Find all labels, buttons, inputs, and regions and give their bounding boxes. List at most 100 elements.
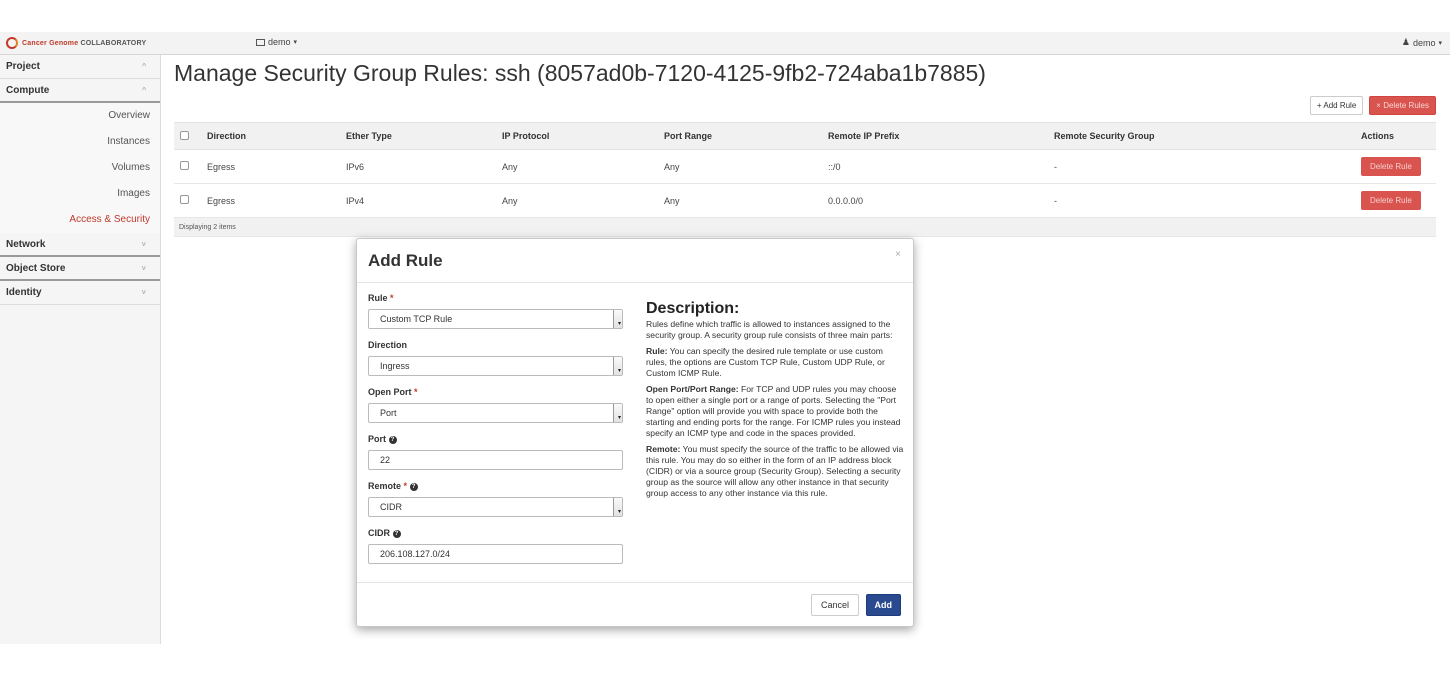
- add-rule-button[interactable]: + Add Rule: [1309, 96, 1364, 115]
- column-header[interactable]: Port Range: [658, 122, 822, 150]
- select-arrow-icon: ▾: [617, 321, 621, 327]
- row-checkbox[interactable]: [180, 161, 189, 170]
- rule-select[interactable]: Custom TCP Rule ▾: [368, 309, 623, 329]
- brand-logo[interactable]: Cancer Genome COLLABORATORY: [6, 36, 146, 50]
- port-label: Port ?: [368, 434, 623, 446]
- cancel-button[interactable]: Cancel: [810, 594, 859, 616]
- remote-label: Remote * ?: [368, 481, 623, 493]
- modal-header: Add Rule ×: [357, 239, 913, 283]
- rule-label: Rule *: [368, 293, 394, 303]
- project-switcher[interactable]: demo ▾: [256, 37, 297, 47]
- sidebar-section-identity[interactable]: Identity ˅: [0, 281, 160, 305]
- rules-table: Direction Ether Type IP Protocol Port Ra…: [174, 122, 1436, 237]
- help-icon[interactable]: ?: [409, 482, 418, 491]
- select-all-cell: [174, 122, 201, 150]
- chevron-down-icon: ˅: [141, 240, 146, 249]
- project-name: demo: [268, 37, 291, 47]
- open-port-label: Open Port *: [368, 387, 418, 397]
- add-rule-modal: Add Rule × Rule * Custom TCP Rule ▾ Direc…: [356, 238, 914, 627]
- required-marker: *: [414, 387, 418, 397]
- chevron-down-icon: ˅: [141, 264, 146, 273]
- cell-remote-security-group: -: [1048, 149, 1355, 184]
- sidebar-section-label: Compute: [6, 85, 50, 96]
- sidebar-item-overview[interactable]: Overview: [0, 103, 160, 129]
- chevron-down-icon: ˅: [141, 288, 146, 297]
- chevron-up-icon: ^: [142, 62, 146, 71]
- column-header[interactable]: Ether Type: [340, 122, 496, 150]
- description-remote: Remote: You must specify the source of t…: [646, 444, 904, 498]
- select-arrow-icon: ▾: [617, 509, 621, 515]
- sidebar-section-object-store[interactable]: Object Store ˅: [0, 257, 160, 281]
- project-icon: [256, 38, 265, 46]
- delete-rules-button[interactable]: × Delete Rules: [1369, 96, 1436, 115]
- cell-remote-ip-prefix: 0.0.0.0/0: [822, 183, 1048, 218]
- items-count: Displaying 2 items: [174, 217, 1436, 237]
- sidebar-section-network[interactable]: Network ˅: [0, 233, 160, 257]
- required-marker: *: [390, 293, 394, 303]
- sidebar-item-instances[interactable]: Instances: [0, 129, 160, 155]
- modal-title: Add Rule: [368, 251, 443, 270]
- top-navbar: Cancer Genome COLLABORATORY demo ▾ ♟ dem…: [0, 32, 1450, 55]
- description-intro: Rules define which traffic is allowed to…: [646, 319, 893, 340]
- column-header[interactable]: Remote Security Group: [1048, 122, 1355, 150]
- cell-remote-security-group: -: [1048, 183, 1355, 218]
- sidebar-section-label: Project: [6, 61, 40, 72]
- help-icon[interactable]: ?: [388, 435, 397, 444]
- port-input[interactable]: 22: [368, 450, 623, 470]
- description-title: Description:: [646, 300, 740, 317]
- table-row: Egress IPv4 Any Any 0.0.0.0/0 - Delete R…: [174, 183, 1436, 218]
- required-marker: *: [403, 481, 408, 491]
- direction-select[interactable]: Ingress ▾: [368, 356, 623, 376]
- select-all-checkbox[interactable]: [180, 130, 189, 140]
- sidebar: Project ^ Compute ^ Overview Instances V…: [0, 55, 161, 644]
- add-button[interactable]: Add: [865, 594, 901, 616]
- column-header[interactable]: IP Protocol: [496, 122, 658, 150]
- table-footer: Displaying 2 items: [174, 217, 1436, 237]
- user-icon: ♟: [1401, 37, 1410, 47]
- column-header[interactable]: Direction: [201, 122, 340, 150]
- open-port-select[interactable]: Port ▾: [368, 403, 623, 423]
- column-header[interactable]: Remote IP Prefix: [822, 122, 1048, 150]
- close-icon[interactable]: ×: [895, 249, 901, 260]
- caret-down-icon: ▾: [1438, 39, 1442, 47]
- cell-ip-protocol: Any: [496, 183, 658, 218]
- cell-port-range: Any: [658, 149, 822, 184]
- rule-form: Rule * Custom TCP Rule ▾ Direction Ingres…: [368, 293, 623, 575]
- sidebar-section-label: Object Store: [6, 263, 66, 274]
- page-title: Manage Security Group Rules: ssh (8057ad…: [174, 60, 986, 86]
- cidr-input[interactable]: 206.108.127.0/24: [368, 544, 623, 564]
- cell-direction: Egress: [201, 149, 340, 184]
- row-checkbox[interactable]: [180, 195, 189, 204]
- cell-ether-type: IPv6: [340, 149, 496, 184]
- collaboratory-logo-icon: [6, 37, 18, 49]
- column-header: Actions: [1355, 122, 1436, 150]
- cell-ether-type: IPv4: [340, 183, 496, 218]
- sidebar-item-volumes[interactable]: Volumes: [0, 155, 160, 181]
- table-row: Egress IPv6 Any Any ::/0 - Delete Rule: [174, 149, 1436, 184]
- description-port: Open Port/Port Range: For TCP and UDP ru…: [646, 384, 901, 438]
- direction-label: Direction: [368, 340, 408, 350]
- sidebar-item-images[interactable]: Images: [0, 181, 160, 207]
- cell-remote-ip-prefix: ::/0: [822, 149, 1048, 184]
- modal-footer: Cancel Add: [357, 582, 913, 626]
- sidebar-section-compute[interactable]: Compute ^: [0, 79, 160, 103]
- help-icon[interactable]: ?: [392, 529, 401, 538]
- caret-down-icon: ▾: [293, 39, 298, 46]
- table-actions: + Add Rule × Delete Rules: [1309, 96, 1436, 115]
- description-rule: Rule: You can specify the desired rule t…: [646, 346, 885, 378]
- description-panel: Description: Rules define which traffic …: [646, 300, 905, 504]
- delete-rule-button[interactable]: Delete Rule: [1361, 157, 1421, 176]
- remote-select[interactable]: CIDR ▾: [368, 497, 623, 517]
- cell-port-range: Any: [658, 183, 822, 218]
- user-name: demo: [1412, 37, 1436, 48]
- chevron-up-icon: ^: [142, 86, 146, 95]
- sidebar-item-access-security[interactable]: Access & Security: [0, 207, 160, 233]
- delete-rule-button[interactable]: Delete Rule: [1361, 191, 1421, 210]
- cell-ip-protocol: Any: [496, 149, 658, 184]
- user-menu[interactable]: ♟ demo ▾: [1402, 37, 1442, 48]
- main-content: Manage Security Group Rules: ssh (8057ad…: [174, 60, 1436, 237]
- cidr-label: CIDR ?: [368, 528, 623, 540]
- sidebar-section-project[interactable]: Project ^: [0, 55, 160, 79]
- brand-name: COLLABORATORY: [80, 39, 147, 47]
- select-arrow-icon: ▾: [617, 368, 621, 374]
